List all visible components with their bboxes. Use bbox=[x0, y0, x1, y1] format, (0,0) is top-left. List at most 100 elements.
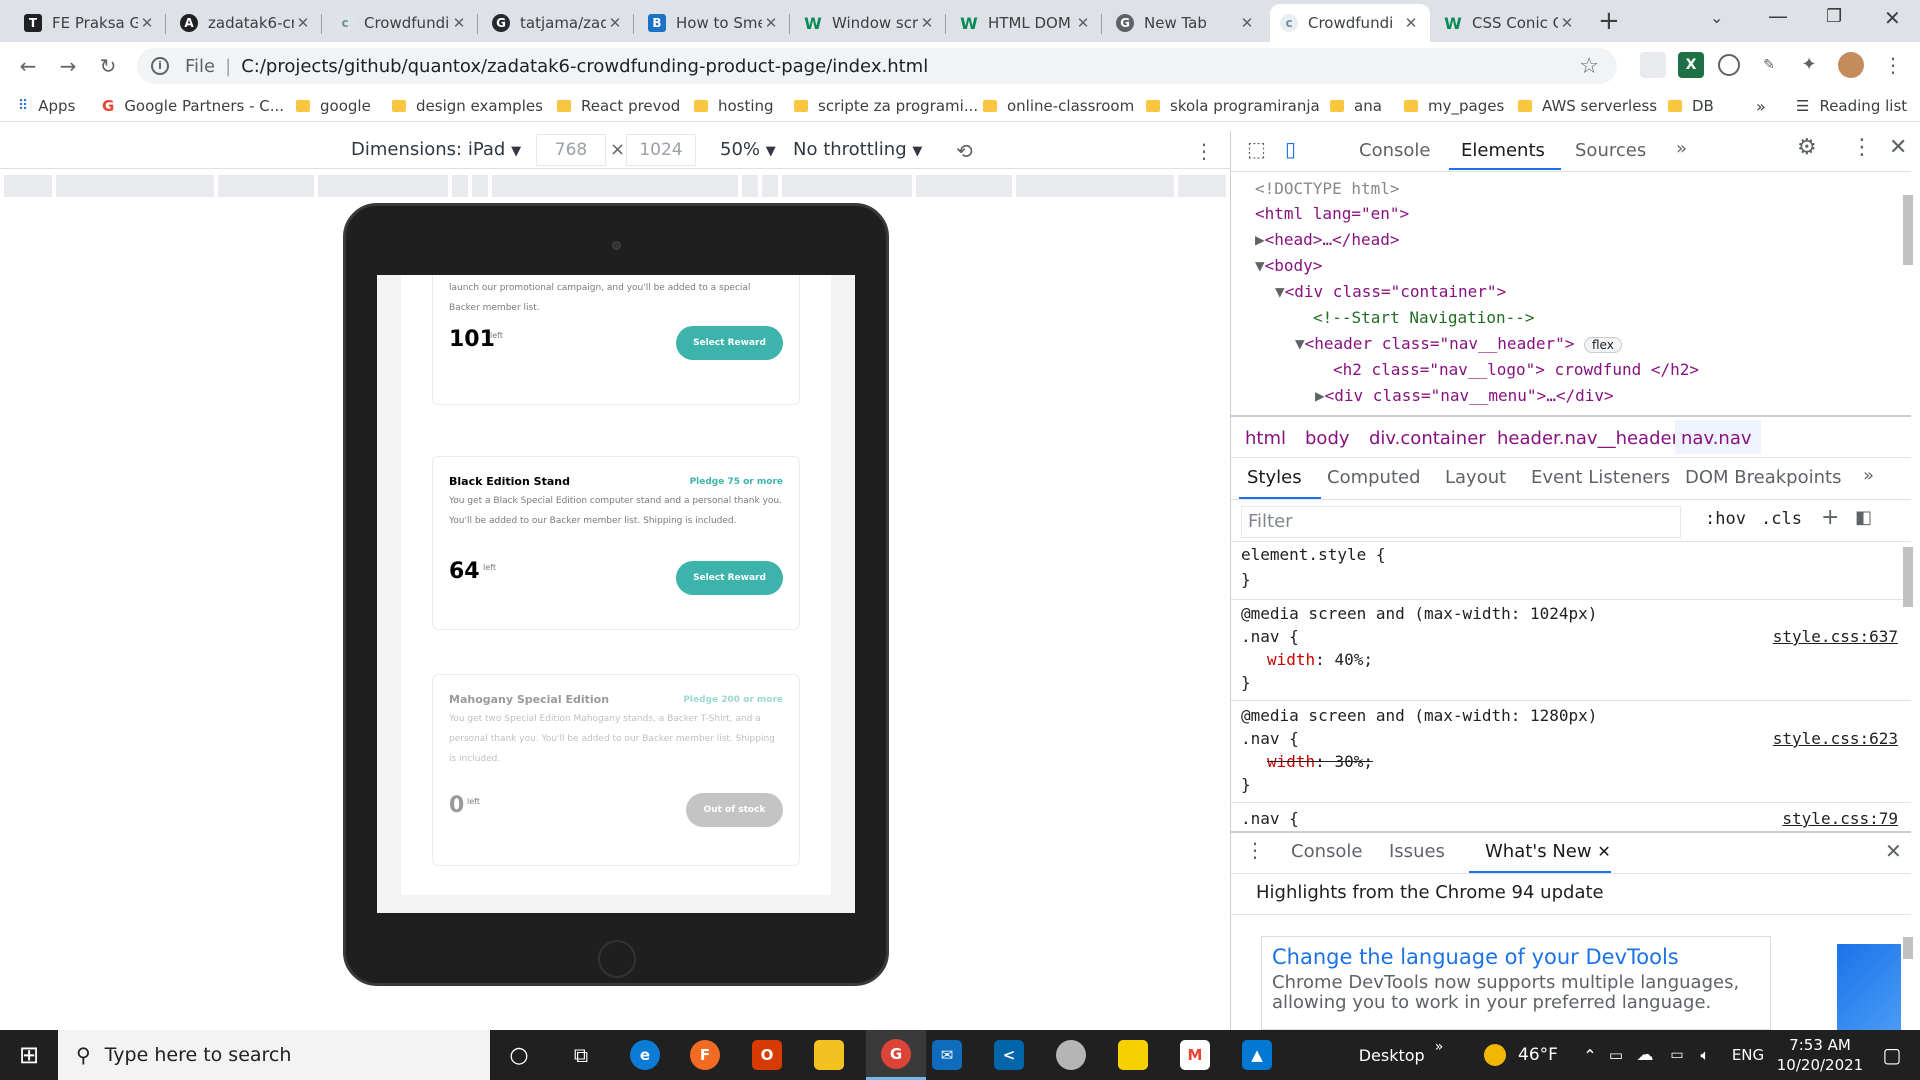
media-query-bar[interactable] bbox=[0, 172, 1230, 198]
drawer-scrollbar[interactable] bbox=[1903, 937, 1913, 959]
close-devtools-icon[interactable]: ✕ bbox=[1889, 135, 1907, 160]
sticky-notes-icon[interactable] bbox=[1108, 1030, 1158, 1080]
close-tab-icon[interactable]: ✕ bbox=[1558, 14, 1576, 32]
bookmark-apps[interactable]: ⠿ Apps bbox=[18, 96, 75, 116]
breadcrumb-html[interactable]: html bbox=[1245, 428, 1286, 449]
card-title[interactable]: Change the language of your DevTools bbox=[1272, 945, 1760, 969]
bookmark-star-icon[interactable]: ☆ bbox=[1579, 54, 1599, 79]
rotate-icon[interactable]: ⟲ bbox=[956, 139, 973, 163]
extension-circle-icon[interactable] bbox=[1718, 54, 1740, 76]
width-input[interactable]: 768 bbox=[536, 134, 606, 166]
firefox-app-icon[interactable]: F bbox=[680, 1030, 730, 1080]
hov-toggle[interactable]: :hov bbox=[1705, 509, 1746, 529]
breadcrumb-body[interactable]: body bbox=[1305, 428, 1350, 449]
browser-tab[interactable]: Gtatjama/zad ✕ bbox=[482, 4, 634, 42]
select-reward-button[interactable]: Select Reward bbox=[676, 326, 783, 360]
breadcrumb-nav[interactable]: nav.nav bbox=[1681, 428, 1752, 449]
bookmark-folder[interactable]: hosting bbox=[694, 96, 774, 116]
extensions-puzzle-icon[interactable]: ✦ bbox=[1796, 52, 1822, 78]
breadcrumb-container[interactable]: div.container bbox=[1369, 428, 1486, 449]
close-tab-icon[interactable]: ✕ bbox=[138, 14, 156, 32]
drawer-tab-issues[interactable]: Issues bbox=[1389, 841, 1445, 862]
close-tab-icon[interactable]: ✕ bbox=[1074, 14, 1092, 32]
bookmark-folder[interactable]: ana bbox=[1330, 96, 1382, 116]
browser-tab[interactable]: T FE Praksa G ✕ bbox=[14, 4, 166, 42]
office-app-icon[interactable]: O bbox=[742, 1030, 792, 1080]
drawer-menu-icon[interactable]: ⋮ bbox=[1245, 838, 1265, 862]
reading-list[interactable]: ☰ Reading list bbox=[1796, 96, 1907, 116]
bookmark-folder[interactable]: skola programiranja bbox=[1146, 96, 1320, 116]
bookmark-folder[interactable]: scripte za programi... bbox=[794, 96, 978, 116]
browser-tab[interactable]: W HTML DOM ✕ bbox=[950, 4, 1102, 42]
new-tab-icon[interactable]: + bbox=[1598, 6, 1620, 36]
file-explorer-icon[interactable] bbox=[804, 1030, 854, 1080]
eyedropper-extension-icon[interactable]: ✎ bbox=[1756, 52, 1782, 78]
minimize-icon[interactable]: — bbox=[1768, 4, 1788, 28]
bookmark-item[interactable]: G Google Partners - C... bbox=[102, 96, 284, 116]
close-tab-icon[interactable]: ✕ bbox=[762, 14, 780, 32]
mail-app-icon[interactable]: ✉ bbox=[922, 1030, 972, 1080]
browser-tab[interactable]: W CSS Conic G ✕ bbox=[1434, 4, 1586, 42]
select-reward-button[interactable]: Select Reward bbox=[676, 561, 783, 595]
throttling-dropdown[interactable]: No throttling ▼ bbox=[793, 139, 922, 160]
close-tab-icon[interactable]: ✕ bbox=[918, 14, 936, 32]
close-window-icon[interactable]: ✕ bbox=[1884, 6, 1901, 30]
weather-widget[interactable]: 46°F bbox=[1476, 1030, 1566, 1080]
inspect-element-icon[interactable]: ⬚ bbox=[1247, 137, 1266, 161]
css-declaration[interactable]: width: 40%; bbox=[1267, 650, 1373, 669]
styles-filter-input[interactable]: Filter bbox=[1241, 506, 1681, 538]
network-icon[interactable]: ▭ bbox=[1604, 1030, 1628, 1080]
device-toggle-icon[interactable]: ▯ bbox=[1285, 137, 1296, 161]
elements-scrollbar[interactable] bbox=[1903, 195, 1913, 265]
gmail-app-icon[interactable]: M bbox=[1170, 1030, 1220, 1080]
dom-node[interactable]: ▼<div class="container"> bbox=[1275, 282, 1506, 301]
start-button[interactable]: ⊞ bbox=[0, 1030, 58, 1080]
dom-node[interactable]: ▼<body> bbox=[1255, 256, 1322, 275]
close-tab-icon[interactable]: ✕ bbox=[1597, 842, 1610, 861]
bookmark-folder[interactable]: my_pages bbox=[1404, 96, 1504, 116]
browser-tab[interactable]: c Crowdfundi ✕ bbox=[326, 4, 478, 42]
browser-tab-active[interactable]: c Crowdfundi ✕ bbox=[1270, 4, 1430, 42]
close-tab-icon[interactable]: ✕ bbox=[1402, 14, 1420, 32]
browser-tab[interactable]: W Window scr ✕ bbox=[794, 4, 946, 42]
taskbar-search[interactable]: ⚲ Type here to search bbox=[58, 1030, 490, 1080]
edge-app-icon[interactable]: e bbox=[620, 1030, 670, 1080]
element-style-rule[interactable]: element.style { bbox=[1241, 545, 1386, 564]
bookmark-folder[interactable]: google bbox=[296, 96, 371, 116]
close-tab-icon[interactable]: ✕ bbox=[606, 14, 624, 32]
browser-tab[interactable]: B How to Sme ✕ bbox=[638, 4, 790, 42]
onedrive-icon[interactable]: ☁ bbox=[1630, 1030, 1660, 1080]
emulated-screen[interactable]: launch our promotional campaign, and you… bbox=[377, 275, 855, 913]
more-bookmarks-icon[interactable]: » bbox=[1756, 96, 1766, 116]
more-style-tabs-icon[interactable]: » bbox=[1863, 465, 1874, 486]
tab-search-icon[interactable]: ⌄ bbox=[1710, 8, 1723, 27]
forward-icon[interactable]: → bbox=[54, 52, 82, 80]
browser-tab[interactable]: Azadatak6-cr ✕ bbox=[170, 4, 322, 42]
notifications-icon[interactable]: ▢ bbox=[1872, 1030, 1912, 1080]
browser-tab[interactable]: G New Tab ✕ bbox=[1106, 4, 1266, 42]
tab-elements[interactable]: Elements bbox=[1461, 140, 1545, 161]
more-tabs-icon[interactable]: » bbox=[1676, 138, 1687, 159]
height-input[interactable]: 1024 bbox=[626, 134, 696, 166]
expand-arrow-icon[interactable]: ▶ bbox=[1315, 386, 1325, 405]
excel-extension-icon[interactable]: X bbox=[1678, 52, 1704, 78]
clock[interactable]: 7:53 AM 10/20/2021 bbox=[1770, 1030, 1870, 1080]
collapse-arrow-icon[interactable]: ▼ bbox=[1255, 256, 1265, 275]
close-tab-icon[interactable]: ✕ bbox=[1238, 14, 1256, 32]
device-menu-icon[interactable]: ⋮ bbox=[1194, 139, 1214, 163]
reload-icon[interactable]: ↻ bbox=[94, 52, 122, 80]
rule-selector[interactable]: .nav { bbox=[1241, 627, 1299, 646]
dom-node[interactable]: ▼<header class="nav__header"> flex bbox=[1295, 334, 1622, 353]
collapse-arrow-icon[interactable]: ▼ bbox=[1275, 282, 1285, 301]
styles-scrollbar[interactable] bbox=[1903, 547, 1913, 607]
back-icon[interactable]: ← bbox=[14, 52, 42, 80]
css-declaration-overridden[interactable]: width: 30%; bbox=[1267, 752, 1373, 771]
dom-comment[interactable]: <!--Start Navigation--> bbox=[1313, 308, 1535, 327]
bookmark-folder[interactable]: AWS serverless bbox=[1518, 96, 1657, 116]
bookmark-folder[interactable]: DB bbox=[1668, 96, 1714, 116]
chrome-menu-icon[interactable]: ⋮ bbox=[1880, 52, 1906, 78]
tab-dom-breakpoints[interactable]: DOM Breakpoints bbox=[1685, 467, 1841, 488]
cls-toggle[interactable]: .cls bbox=[1761, 509, 1802, 529]
photos-app-icon[interactable]: ▲ bbox=[1232, 1030, 1282, 1080]
close-tab-icon[interactable]: ✕ bbox=[294, 14, 312, 32]
